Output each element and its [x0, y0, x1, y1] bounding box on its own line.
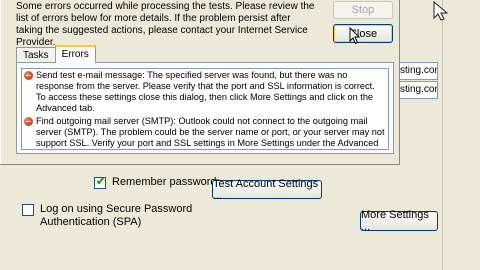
- checkmark-icon: ✔: [96, 176, 106, 188]
- tab-strip: Tasks Errors: [16, 45, 96, 63]
- tab-tasks[interactable]: Tasks: [16, 47, 56, 63]
- mouse-cursor-icon: [349, 27, 361, 45]
- incoming-server-field[interactable]: sting.com: [396, 62, 438, 80]
- errors-panel: Send test e-mail message: The specified …: [16, 62, 394, 154]
- list-item[interactable]: Find outgoing mail server (SMTP): Outloo…: [22, 115, 388, 149]
- remember-password-checkbox[interactable]: ✔: [94, 176, 106, 189]
- error-icon: [24, 117, 33, 126]
- error-list[interactable]: Send test e-mail message: The specified …: [21, 68, 389, 150]
- error-text: Send test e-mail message: The specified …: [36, 70, 375, 113]
- status-message: Some errors occurred while processing th…: [16, 1, 315, 48]
- test-account-settings-button[interactable]: Test Account Settings ...: [212, 178, 322, 202]
- error-icon: [24, 71, 33, 80]
- spa-checkbox[interactable]: [22, 204, 34, 216]
- pointer-icon: [433, 0, 449, 21]
- more-settings-button[interactable]: More Settings ...: [360, 209, 438, 233]
- spa-label: Log on using Secure Password Authenticat…: [40, 203, 193, 228]
- remember-password-label: Remember password: [112, 176, 217, 188]
- outgoing-server-field[interactable]: sting.com: [396, 81, 438, 99]
- tab-errors[interactable]: Errors: [54, 45, 96, 63]
- window-edge: [442, 0, 480, 270]
- test-account-settings-dialog: Some errors occurred while processing th…: [0, 0, 400, 165]
- close-button[interactable]: Close: [333, 24, 393, 43]
- spa-row[interactable]: Log on using Secure Password Authenticat…: [22, 203, 212, 229]
- stop-button[interactable]: Stop: [333, 1, 393, 19]
- remember-password-row[interactable]: ✔ Remember password: [94, 176, 217, 189]
- error-text: Find outgoing mail server (SMTP): Outloo…: [36, 116, 385, 148]
- list-item[interactable]: Send test e-mail message: The specified …: [22, 69, 388, 115]
